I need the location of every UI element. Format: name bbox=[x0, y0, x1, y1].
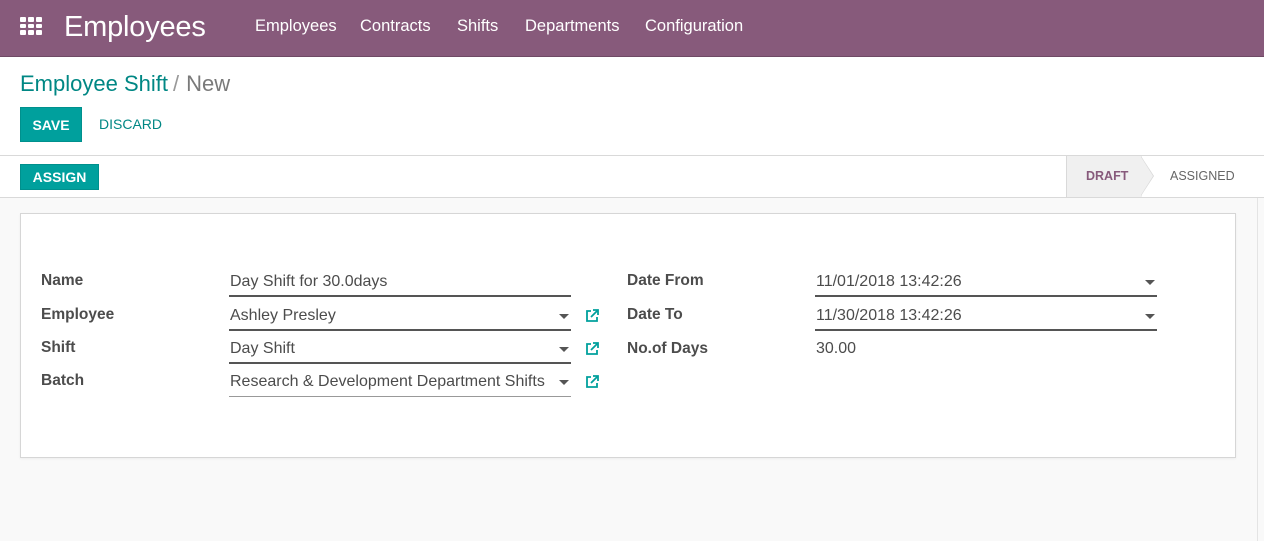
stage-assigned[interactable]: ASSIGNED bbox=[1170, 156, 1235, 197]
caret-down-icon[interactable] bbox=[559, 380, 569, 385]
breadcrumb-parent-link[interactable]: Employee Shift bbox=[20, 71, 168, 96]
caret-down-icon[interactable] bbox=[559, 314, 569, 319]
name-label: Name bbox=[41, 272, 84, 289]
caret-down-icon[interactable] bbox=[559, 347, 569, 352]
top-navbar: Employees Employees Contracts Shifts Dep… bbox=[0, 0, 1264, 57]
external-link-icon[interactable] bbox=[584, 341, 600, 357]
shift-field[interactable]: Day Shift bbox=[229, 336, 571, 364]
save-button[interactable]: SAVE bbox=[20, 107, 82, 142]
breadcrumb: Employee Shift / New bbox=[20, 71, 230, 97]
assign-button[interactable]: ASSIGN bbox=[20, 164, 99, 190]
date-to-label: Date To bbox=[627, 306, 683, 323]
employee-field[interactable]: Ashley Presley bbox=[229, 303, 571, 331]
employee-label: Employee bbox=[41, 306, 115, 323]
shift-value: Day Shift bbox=[230, 340, 295, 357]
shift-label: Shift bbox=[41, 339, 76, 356]
external-link-icon[interactable] bbox=[584, 308, 600, 324]
discard-button[interactable]: DISCARD bbox=[99, 116, 162, 132]
stage-draft: DRAFT bbox=[1066, 156, 1142, 197]
stage-arrow-fill bbox=[1141, 157, 1153, 195]
no-of-days-label: No.of Days bbox=[627, 340, 708, 357]
form-sheet: Name Day Shift for 30.0days Employee Ash… bbox=[20, 213, 1236, 458]
external-link-icon[interactable] bbox=[584, 374, 600, 390]
control-panel: Employee Shift / New SAVE DISCARD bbox=[0, 57, 1264, 156]
breadcrumb-separator: / bbox=[172, 71, 180, 96]
scrollbar[interactable] bbox=[1257, 198, 1258, 541]
batch-field[interactable]: Research & Development Department Shifts bbox=[229, 369, 571, 397]
date-from-label: Date From bbox=[627, 272, 704, 289]
date-to-value: 11/30/2018 13:42:26 bbox=[816, 307, 962, 324]
menu-item-departments[interactable]: Departments bbox=[525, 17, 619, 36]
date-from-value: 11/01/2018 13:42:26 bbox=[816, 273, 962, 290]
name-value: Day Shift for 30.0days bbox=[230, 273, 388, 290]
no-of-days-value: 30.00 bbox=[816, 340, 857, 357]
batch-label: Batch bbox=[41, 372, 85, 389]
batch-value: Research & Development Department Shifts bbox=[230, 373, 545, 390]
caret-down-icon[interactable] bbox=[1145, 314, 1155, 319]
form-statusbar: ASSIGN DRAFT ASSIGNED bbox=[0, 156, 1264, 198]
date-from-field[interactable]: 11/01/2018 13:42:26 bbox=[815, 269, 1157, 297]
name-field[interactable]: Day Shift for 30.0days bbox=[229, 269, 571, 297]
caret-down-icon[interactable] bbox=[1145, 280, 1155, 285]
menu-item-configuration[interactable]: Configuration bbox=[645, 17, 743, 36]
menu-item-shifts[interactable]: Shifts bbox=[457, 17, 498, 36]
date-to-field[interactable]: 11/30/2018 13:42:26 bbox=[815, 303, 1157, 331]
menu-item-employees[interactable]: Employees bbox=[255, 17, 337, 36]
employee-value: Ashley Presley bbox=[230, 307, 336, 324]
breadcrumb-current: New bbox=[186, 71, 231, 96]
app-title[interactable]: Employees bbox=[64, 11, 206, 44]
apps-grid-icon[interactable] bbox=[20, 17, 42, 35]
menu-item-contracts[interactable]: Contracts bbox=[360, 17, 431, 36]
